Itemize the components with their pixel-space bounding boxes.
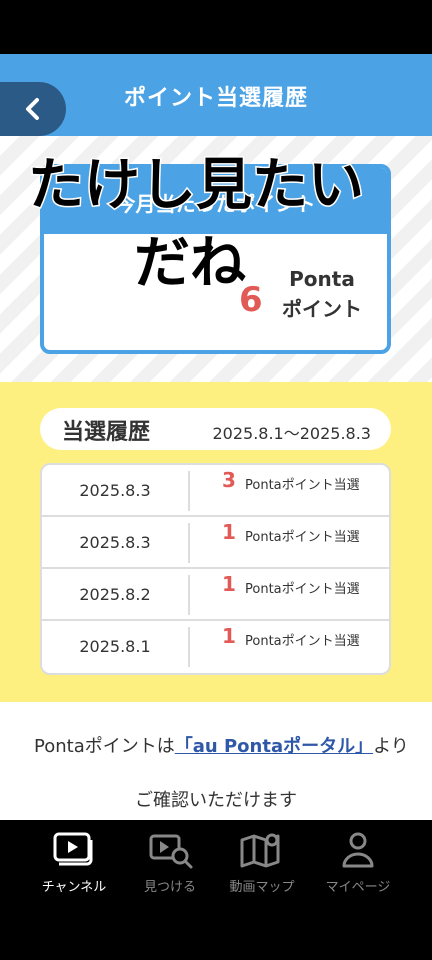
- table-row: 2025.8.3 3 Pontaポイント当選: [42, 465, 389, 517]
- note-line-2: ご確認いただけます: [135, 790, 297, 811]
- note-suffix: より: [373, 736, 409, 757]
- person-icon: [342, 832, 374, 868]
- table-row: 2025.8.1 1 Pontaポイント当選: [42, 621, 389, 673]
- bottom-nav: チャンネル 見つける 動画マップ マイページ: [0, 820, 432, 960]
- au-ponta-portal-link[interactable]: 「au Pontaポータル」: [175, 736, 373, 757]
- row-divider: [188, 471, 190, 511]
- row-date: 2025.8.2: [79, 585, 151, 604]
- note-prefix: Pontaポイントは: [34, 736, 175, 757]
- note-line-1: Pontaポイントは「au Pontaポータル」より: [34, 732, 409, 758]
- row-label: Pontaポイント当選: [245, 530, 360, 545]
- row-date: 2025.8.3: [79, 533, 151, 552]
- table-row: 2025.8.2 1 Pontaポイント当選: [42, 569, 389, 621]
- header: ポイント当選履歴: [0, 54, 432, 136]
- row-date: 2025.8.3: [79, 481, 151, 500]
- play-icon: [53, 832, 93, 866]
- row-label: Pontaポイント当選: [245, 634, 360, 649]
- nav-label-channel: チャンネル: [41, 880, 107, 895]
- history-header: 当選履歴 2025.8.1～2025.8.3: [40, 408, 391, 450]
- footer-note: Pontaポイントは「au Pontaポータル」より ご確認いただけます: [0, 702, 432, 820]
- chevron-left-icon: [26, 98, 39, 120]
- row-label: Pontaポイント当選: [245, 582, 360, 597]
- row-divider: [188, 523, 190, 563]
- overlay-caption-line-1: たけし見たい: [27, 152, 366, 220]
- history-table: 2025.8.3 3 Pontaポイント当選 2025.8.3 1 Pontaポ…: [40, 463, 391, 675]
- nav-item-channel[interactable]: チャンネル: [20, 830, 128, 895]
- overlay-caption-line-2: だね: [133, 230, 248, 298]
- map-icon: [240, 833, 280, 868]
- row-label: Pontaポイント当選: [245, 478, 360, 493]
- row-divider: [188, 575, 190, 615]
- status-bar: [0, 0, 432, 54]
- row-divider: [188, 627, 190, 667]
- history-date-range: 2025.8.1～2025.8.3: [212, 424, 371, 443]
- search-video-icon: [149, 834, 193, 869]
- nav-item-video-map[interactable]: 動画マップ: [208, 830, 316, 895]
- nav-item-my-page[interactable]: マイページ: [304, 830, 412, 895]
- row-date: 2025.8.1: [79, 637, 151, 656]
- table-row: 2025.8.3 1 Pontaポイント当選: [42, 517, 389, 569]
- nav-label-my-page: マイページ: [325, 880, 391, 895]
- history-title: 当選履歴: [62, 420, 151, 445]
- nav-label-video-map: 動画マップ: [229, 880, 295, 895]
- back-button[interactable]: [0, 82, 66, 136]
